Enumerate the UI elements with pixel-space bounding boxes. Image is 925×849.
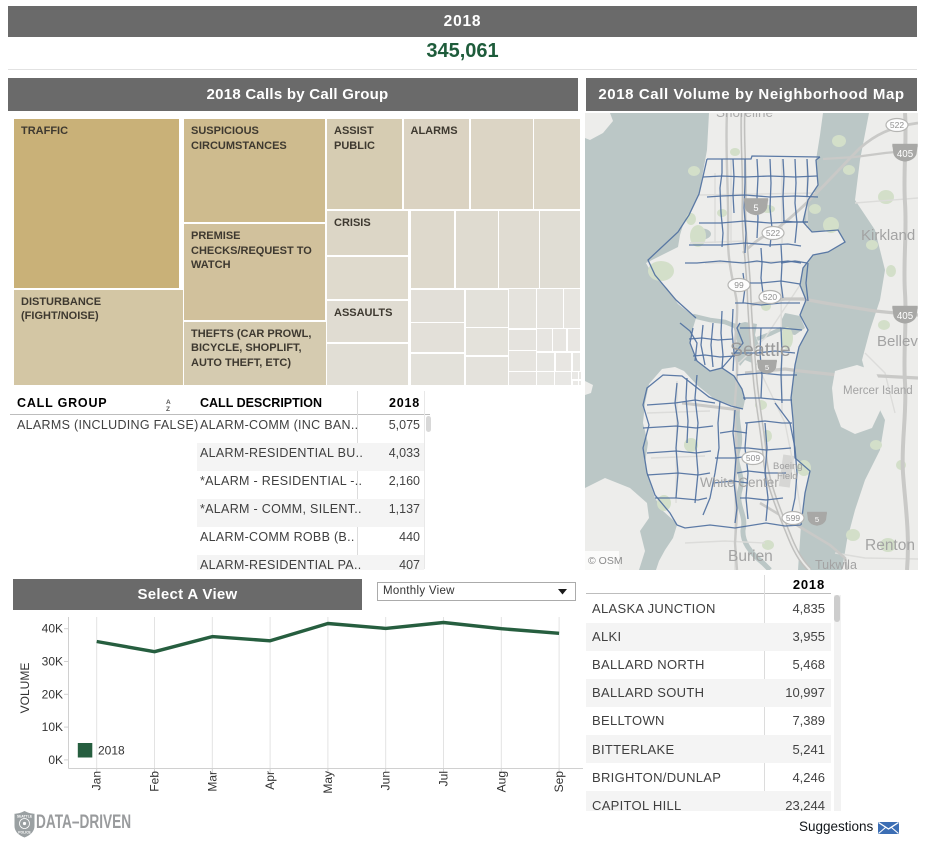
svg-text:Bellevue: Bellevue — [877, 333, 918, 350]
svg-text:20K: 20K — [42, 687, 63, 701]
svg-text:Feb: Feb — [148, 771, 162, 792]
svg-text:POLICE: POLICE — [18, 830, 31, 834]
svg-text:Jan: Jan — [90, 771, 104, 790]
svg-text:0K: 0K — [48, 753, 63, 767]
svg-text:Tukwila: Tukwila — [815, 558, 857, 570]
svg-text:Mar: Mar — [205, 771, 219, 792]
svg-text:509: 509 — [746, 453, 760, 463]
svg-text:A: A — [166, 399, 171, 406]
svg-text:Apr: Apr — [263, 771, 277, 790]
svg-text:599: 599 — [786, 513, 800, 523]
svg-text:5: 5 — [765, 363, 769, 372]
svg-text:Aug: Aug — [494, 771, 508, 792]
svg-text:5: 5 — [815, 515, 819, 524]
svg-text:40K: 40K — [42, 622, 63, 636]
svg-text:5: 5 — [753, 203, 758, 213]
svg-text:10K: 10K — [42, 720, 63, 734]
svg-text:Sep: Sep — [552, 771, 566, 793]
svg-text:522: 522 — [766, 228, 780, 238]
svg-text:VOLUME: VOLUME — [18, 663, 32, 714]
svg-text:White Center: White Center — [700, 475, 779, 490]
svg-text:Burien: Burien — [728, 548, 773, 565]
svg-text:Field: Field — [777, 471, 798, 482]
svg-text:Z: Z — [166, 406, 170, 412]
svg-text:405: 405 — [897, 149, 914, 160]
svg-text:Kirkland: Kirkland — [861, 227, 915, 244]
svg-text:Jul: Jul — [437, 771, 451, 786]
svg-text:May: May — [321, 771, 335, 794]
svg-text:522: 522 — [890, 120, 904, 130]
svg-text:Renton: Renton — [865, 537, 915, 554]
svg-text:Jun: Jun — [379, 771, 393, 790]
svg-text:405: 405 — [897, 311, 914, 322]
svg-text:Mercer Island: Mercer Island — [843, 385, 913, 397]
svg-text:30K: 30K — [42, 655, 63, 669]
svg-text:© OSM: © OSM — [588, 555, 623, 567]
svg-text:2018: 2018 — [98, 744, 125, 758]
svg-text:520: 520 — [763, 292, 777, 302]
svg-text:Seattle: Seattle — [730, 339, 791, 361]
svg-text:SEATTLE: SEATTLE — [17, 815, 33, 819]
svg-text:99: 99 — [734, 280, 744, 290]
svg-text:Shoreline: Shoreline — [716, 113, 773, 120]
